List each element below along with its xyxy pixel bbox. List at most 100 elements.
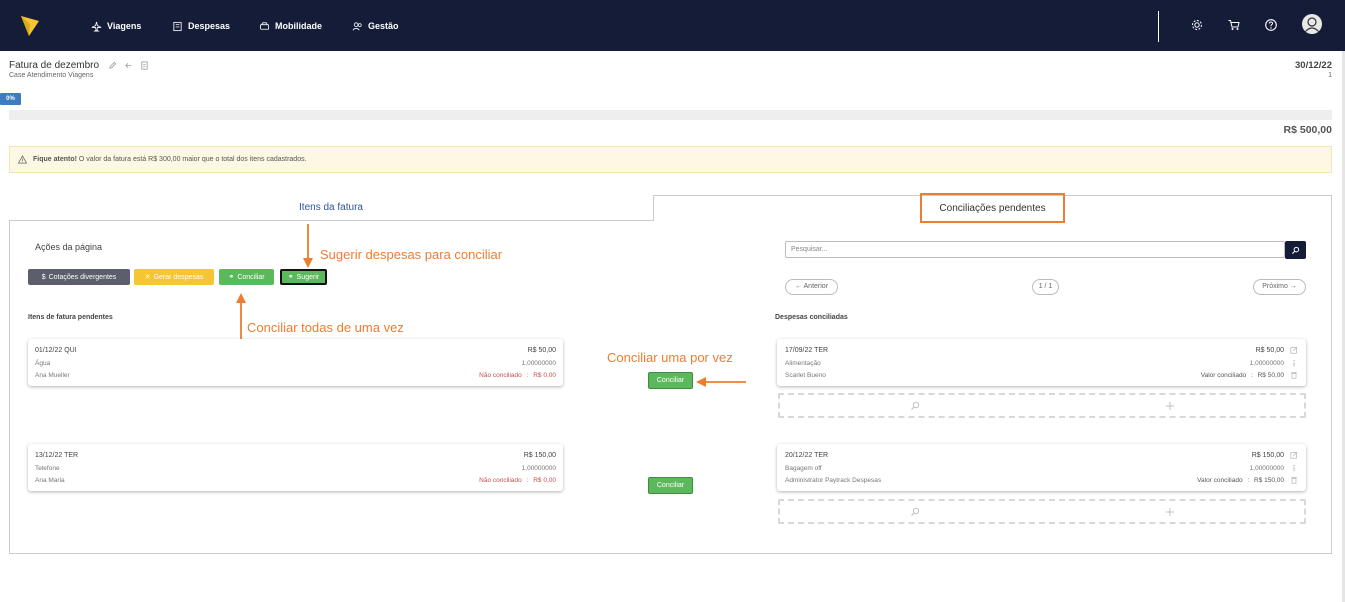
nav-despesas[interactable]: Despesas xyxy=(172,18,230,34)
page-subtitle: Case Atendimento Viagens xyxy=(9,72,94,79)
item-status: Não conciliado : R$ 0,00 xyxy=(479,477,556,484)
info-icon[interactable] xyxy=(1290,359,1298,367)
item-person: Ana Maria xyxy=(35,477,65,484)
x-icon: ✕ xyxy=(144,274,151,281)
annotation-sugerir: Sugerir despesas para conciliar xyxy=(320,247,503,262)
item-person: Administrator Paytrack Despesas xyxy=(785,477,882,484)
edit-icon[interactable] xyxy=(1290,346,1298,354)
tab-itens-da-fatura[interactable]: Itens da fatura xyxy=(9,195,653,221)
item-qty: 1,00000000 xyxy=(521,360,556,367)
item-status-sep: : xyxy=(526,477,529,484)
conciliar-row-button[interactable]: Conciliar xyxy=(648,372,693,389)
item-status-sep: : xyxy=(1247,477,1250,484)
sugerir-label: Sugerir xyxy=(296,273,320,281)
pagination-prev[interactable]: ← Anterior xyxy=(785,279,838,295)
item-status: Valor conciliado : R$ 150,00 xyxy=(1197,477,1284,484)
item-status-label: Não conciliado xyxy=(479,477,522,484)
reconciled-item-card[interactable]: 17/09/22 TER R$ 50,00 Alimentação 1,0000… xyxy=(777,339,1306,386)
document-icon[interactable] xyxy=(140,61,149,70)
item-category: Água xyxy=(35,360,51,367)
car-icon xyxy=(259,21,270,30)
right-section-title: Despesas conciliadas xyxy=(775,314,848,321)
user-avatar[interactable] xyxy=(1302,14,1322,34)
users-icon xyxy=(352,21,362,30)
item-status-value: R$ 50,00 xyxy=(1257,372,1284,379)
nav-gestao-label: Gestão xyxy=(368,21,399,31)
trash-icon[interactable] xyxy=(1290,371,1298,379)
link-icon: ⚭ xyxy=(287,274,294,281)
item-status-sep: : xyxy=(526,372,529,379)
info-icon[interactable] xyxy=(1290,464,1298,472)
item-amount: R$ 50,00 xyxy=(1255,347,1284,354)
pending-item-card[interactable]: 13/12/22 TER R$ 150,00 Telefone 1,000000… xyxy=(28,444,563,491)
arrow-left-annotation xyxy=(696,375,746,387)
top-navbar: Viagens Despesas Mobilidade Gestão xyxy=(0,0,1345,51)
annotation-uma: Conciliar uma por vez xyxy=(607,350,733,365)
nav-mobilidade[interactable]: Mobilidade xyxy=(259,18,322,34)
add-expense-dropzone[interactable] xyxy=(778,393,1306,418)
sugerir-button[interactable]: ⚭ Sugerir xyxy=(280,269,327,285)
item-date: 20/12/22 TER xyxy=(785,452,829,459)
conciliar-all-label: Conciliar xyxy=(237,273,265,281)
cart-icon[interactable] xyxy=(1227,18,1241,32)
progress-badge: 0% xyxy=(0,93,21,105)
tab-conciliacoes-highlight: Conciliações pendentes xyxy=(920,193,1065,223)
search-icon xyxy=(1291,246,1300,254)
alert-text: O valor da fatura está R$ 300,00 maior q… xyxy=(76,156,307,163)
arrow-down-annotation xyxy=(302,224,314,268)
search-icon[interactable] xyxy=(910,401,920,411)
alert-strong: Fique atento! xyxy=(33,156,77,163)
gear-icon[interactable] xyxy=(1190,18,1204,32)
page-number: 1 xyxy=(1328,72,1332,79)
edit-icon[interactable] xyxy=(108,61,117,70)
item-date: 13/12/22 TER xyxy=(35,452,79,459)
item-qty: 1,00000000 xyxy=(521,465,556,472)
left-section-title: Itens de fatura pendentes xyxy=(28,314,113,321)
item-status-value: R$ 150,00 xyxy=(1254,477,1284,484)
conciliar-all-button[interactable]: ⚭ Conciliar xyxy=(219,269,274,285)
cotacoes-divergentes-label: Cotações divergentes xyxy=(48,273,117,281)
gerar-despesas-button[interactable]: ✕ Gerar despesas xyxy=(134,269,214,285)
user-icon xyxy=(1304,17,1320,33)
warning-icon xyxy=(18,155,27,164)
trash-icon[interactable] xyxy=(1290,476,1298,484)
item-status-label: Valor conciliado xyxy=(1200,372,1247,379)
warning-alert: Fique atento! O valor da fatura está R$ … xyxy=(9,146,1332,173)
nav-viagens[interactable]: Viagens xyxy=(91,18,141,34)
link-icon: ⚭ xyxy=(228,274,235,281)
help-icon[interactable] xyxy=(1264,18,1278,32)
item-category: Telefone xyxy=(35,465,60,472)
page-title: Fatura de dezembro xyxy=(9,60,100,71)
item-status: Valor conciliado : R$ 50,00 xyxy=(1201,372,1284,379)
reconciled-item-card[interactable]: 20/12/22 TER R$ 150,00 Bagagem off 1,000… xyxy=(777,444,1306,491)
invoice-total: R$ 500,00 xyxy=(1283,124,1332,136)
receipt-icon xyxy=(173,21,182,31)
item-status-value: R$ 0,00 xyxy=(533,372,556,379)
invoice-date: 30/12/22 xyxy=(1295,60,1332,71)
cotacoes-divergentes-button[interactable]: $ Cotações divergentes xyxy=(28,269,130,285)
plus-icon[interactable] xyxy=(1165,507,1175,517)
search-button[interactable] xyxy=(1285,241,1306,259)
item-amount: R$ 150,00 xyxy=(1251,452,1284,459)
nav-despesas-label: Despesas xyxy=(188,21,231,31)
plus-icon[interactable] xyxy=(1165,401,1175,411)
item-category: Bagagem off xyxy=(785,465,822,472)
item-status-sep: : xyxy=(1250,372,1253,379)
back-arrow-icon[interactable] xyxy=(124,61,133,70)
app-logo[interactable] xyxy=(20,14,40,38)
item-person: Ana Mueller xyxy=(35,372,70,379)
search-placeholder: Pesquisar... xyxy=(791,246,828,253)
add-expense-dropzone[interactable] xyxy=(778,499,1306,524)
pending-item-card[interactable]: 01/12/22 QUI R$ 50,00 Água 1,00000000 An… xyxy=(28,339,563,386)
nav-gestao[interactable]: Gestão xyxy=(352,18,399,34)
search-input[interactable]: Pesquisar... xyxy=(785,241,1285,258)
pagination-page: 1 / 1 xyxy=(1032,279,1059,295)
search-icon[interactable] xyxy=(910,507,920,517)
pagination-next[interactable]: Próximo → xyxy=(1253,279,1306,295)
actions-title: Ações da página xyxy=(35,242,103,252)
edit-icon[interactable] xyxy=(1290,451,1298,459)
conciliar-row-button[interactable]: Conciliar xyxy=(648,477,693,494)
item-qty: 1,00000000 xyxy=(1249,465,1284,472)
item-date: 01/12/22 QUI xyxy=(35,347,77,354)
navbar-divider xyxy=(1158,11,1159,42)
